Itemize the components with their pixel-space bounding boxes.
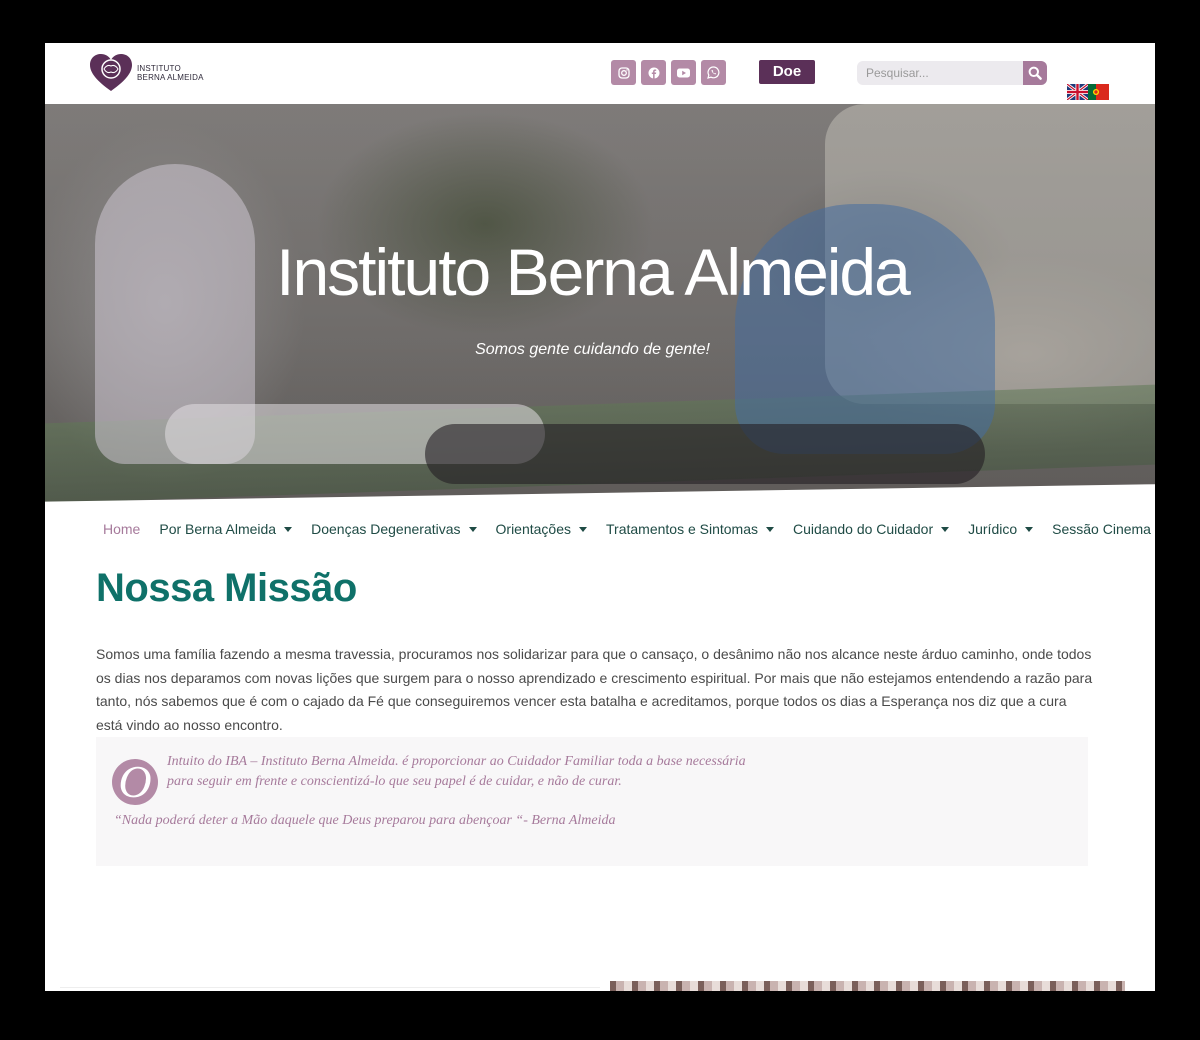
mission-text: Somos uma família fazendo a mesma traves… (96, 646, 1093, 733)
caret-down-icon (766, 526, 774, 532)
bottom-image (610, 981, 1125, 991)
youtube-icon (677, 68, 690, 77)
caret-down-icon (579, 526, 587, 532)
site-logo[interactable]: INSTITUTO BERNA ALMEIDA (89, 53, 204, 93)
logo-line-2: BERNA ALMEIDA (137, 73, 204, 82)
quote-author-line: “Nada poderá deter a Mão daquele que Deu… (114, 813, 616, 828)
nav-item-orientacoes[interactable]: Orientações (496, 521, 587, 537)
search-bar (857, 61, 1047, 85)
nav-item-label: Tratamentos e Sintomas (606, 521, 758, 537)
hero-title: Instituto Berna Almeida (276, 235, 911, 309)
search-button[interactable] (1023, 61, 1047, 85)
donate-button[interactable]: Doe (759, 60, 815, 84)
quote-line-1: Intuito do IBA – Instituto Berna Almeida… (167, 754, 746, 769)
quote-block: O Intuito do IBA – Instituto Berna Almei… (96, 737, 1088, 866)
hero-subtitle: Somos gente cuidando de gente! (475, 341, 710, 358)
youtube-button[interactable] (671, 60, 696, 85)
facebook-icon (648, 67, 659, 78)
quote-line-2: para seguir em frente e conscientizá-lo … (167, 774, 622, 789)
whatsapp-icon (707, 66, 720, 79)
facebook-button[interactable] (641, 60, 666, 85)
whatsapp-button[interactable] (701, 60, 726, 85)
instagram-icon (617, 66, 630, 79)
logo-text: INSTITUTO BERNA ALMEIDA (137, 64, 204, 82)
uk-flag-icon[interactable] (1067, 84, 1088, 100)
nav-item-label: Doenças Degenerativas (311, 521, 461, 537)
nav-item-tratamentos-e-sintomas[interactable]: Tratamentos e Sintomas (606, 521, 774, 537)
dropcap: O (112, 759, 158, 805)
instagram-button[interactable] (611, 60, 636, 85)
page: INSTITUTO BERNA ALMEIDA Doe Pesquisar...… (45, 43, 1155, 991)
search-input[interactable] (857, 61, 1023, 85)
caret-down-icon (284, 526, 293, 532)
heart-logo-icon (89, 53, 133, 93)
hero-banner: Instituto Berna Almeida Somos gente cuid… (45, 104, 1155, 524)
nav-item-label: Orientações (495, 521, 571, 537)
hero-figure-right-legs (425, 424, 985, 484)
section-divider (60, 987, 600, 988)
mission-title: Nossa Missão (96, 566, 357, 610)
nav-item-label: Jurídico (968, 521, 1018, 537)
nav-item-sessao-cinema[interactable]: Sessão Cinema (1052, 521, 1155, 537)
site-header: INSTITUTO BERNA ALMEIDA Doe Pesquisar... (45, 43, 1155, 104)
nav-item-home[interactable]: Home (103, 521, 140, 537)
portugal-flag-icon[interactable] (1088, 84, 1109, 100)
nav-item-juridico[interactable]: Jurídico (968, 521, 1034, 537)
nav-item-label: Cuidando do Cuidador (793, 521, 934, 537)
caret-down-icon (1025, 526, 1034, 532)
main-nav: Home Por Berna Almeida Doenças Degenerat… (103, 521, 1155, 537)
logo-line-1: INSTITUTO (137, 64, 181, 73)
nav-item-label: Por Berna Almeida (159, 521, 277, 537)
nav-item-por-berna-almeida[interactable]: Por Berna Almeida (159, 521, 293, 537)
nav-item-doencas-degenerativas[interactable]: Doenças Degenerativas (311, 521, 477, 537)
nav-item-label: Sessão Cinema (1052, 521, 1151, 537)
language-switcher (1067, 84, 1109, 100)
nav-item-cuidando-do-cuidador[interactable]: Cuidando do Cuidador (793, 521, 950, 537)
search-icon (1028, 66, 1042, 80)
social-links (611, 60, 726, 85)
nav-item-label: Home (103, 521, 141, 537)
caret-down-icon (468, 526, 477, 532)
caret-down-icon (941, 526, 950, 532)
